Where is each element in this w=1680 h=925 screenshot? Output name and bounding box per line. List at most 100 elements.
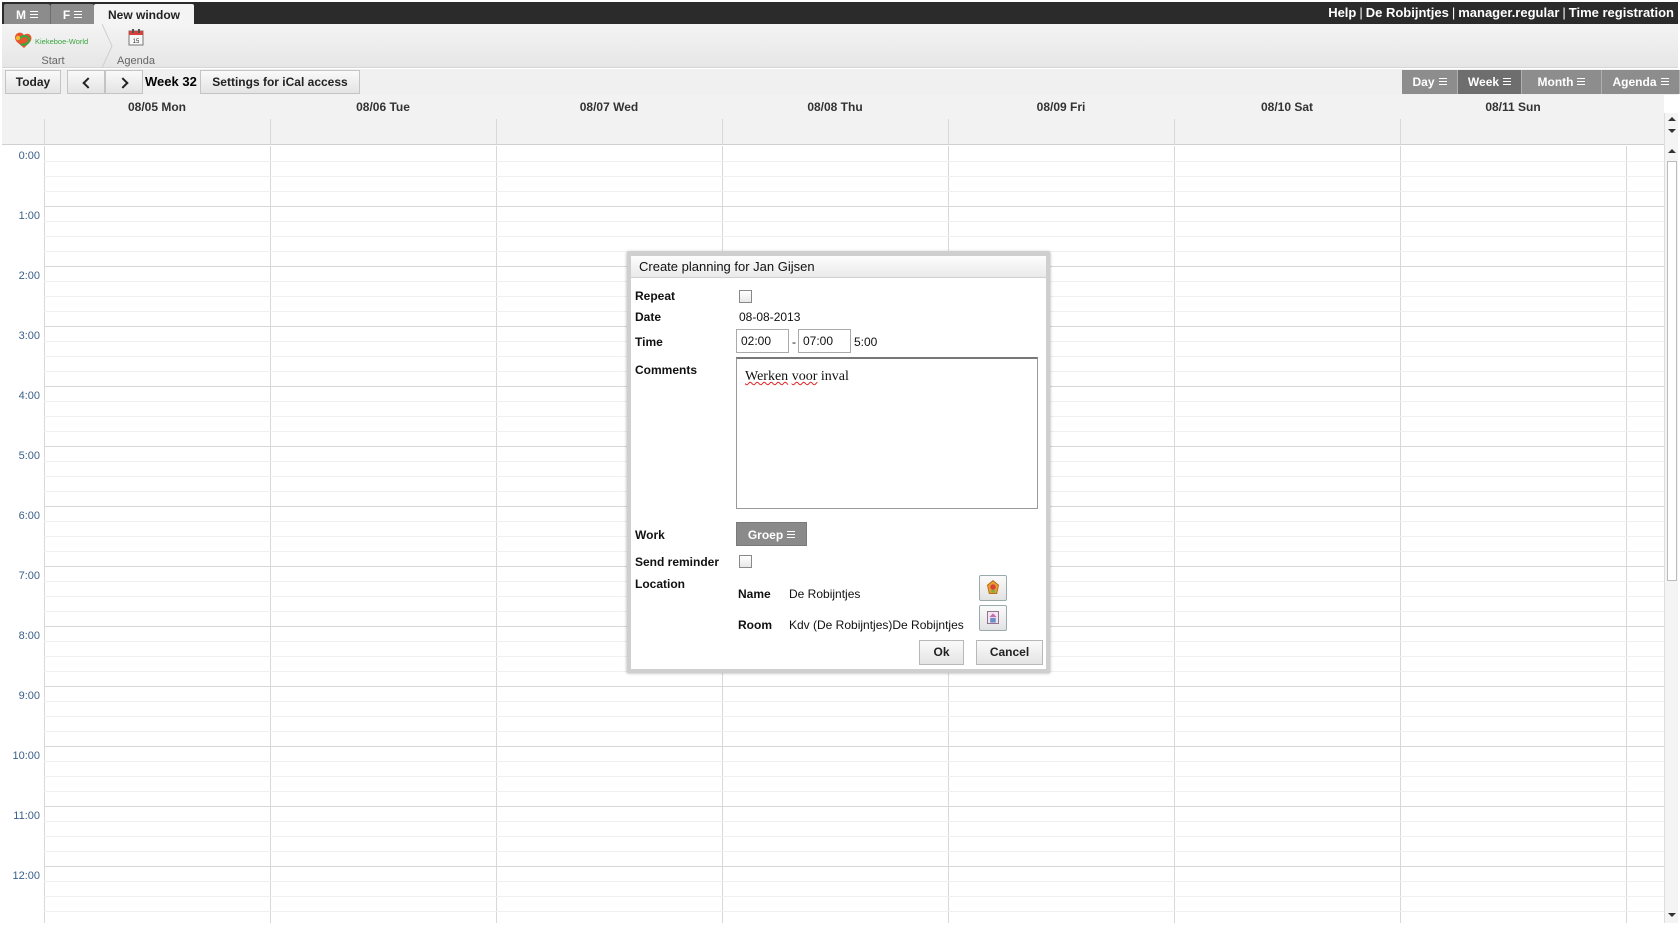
quarter-line <box>44 221 1664 222</box>
dialog-title: Create planning for Jan Gijsen <box>631 256 1046 278</box>
tab-f-label: F <box>62 8 71 22</box>
ok-button[interactable]: Ok <box>919 640 964 665</box>
send-reminder-label: Send reminder <box>635 555 720 569</box>
ical-settings-button[interactable]: Settings for iCal access <box>200 70 360 94</box>
all-day-cell[interactable] <box>44 119 270 144</box>
quarter-line <box>44 761 1664 762</box>
day-header[interactable]: 08/05 Mon <box>44 95 270 119</box>
quarter-line <box>44 836 1664 837</box>
location-picker-button[interactable] <box>979 575 1007 601</box>
day-header[interactable]: 08/11 Sun <box>1400 95 1626 119</box>
quarter-line <box>44 716 1664 717</box>
quarter-line <box>44 176 1664 177</box>
repeat-label: Repeat <box>635 289 676 303</box>
time-from-input[interactable]: 02:00 <box>736 329 789 353</box>
today-button[interactable]: Today <box>5 70 61 94</box>
hour-label: 11:00 <box>13 810 40 822</box>
time-separator: - <box>792 335 796 349</box>
all-day-cell[interactable] <box>948 119 1174 144</box>
organisation-link[interactable]: De Robijntjes <box>1366 5 1449 20</box>
day-header[interactable]: 08/06 Tue <box>270 95 496 119</box>
calendar-day-header: 08/05 Mon 08/06 Tue 08/07 Wed 08/08 Thu 08/0… <box>2 95 1664 145</box>
link-separator: | <box>1359 5 1363 20</box>
room-picker-button[interactable] <box>979 605 1007 631</box>
hour-label: 0:00 <box>18 150 40 162</box>
view-day-button[interactable]: Day <box>1402 70 1458 94</box>
scroll-up-icon[interactable] <box>1668 149 1676 153</box>
launcher-start-label: Start <box>41 55 65 67</box>
work-label: Work <box>635 528 665 542</box>
time-to-input[interactable]: 07:00 <box>798 329 851 353</box>
location-picker-icon <box>986 580 1000 594</box>
location-label: Location <box>635 577 685 591</box>
day-header[interactable]: 08/07 Wed <box>496 95 722 119</box>
all-day-cell[interactable] <box>1400 119 1626 144</box>
menu-lines-icon <box>30 11 38 19</box>
cancel-button[interactable]: Cancel <box>976 640 1043 665</box>
comment-word: inval <box>820 369 849 384</box>
location-room-value: Kdv (De Robijntjes)De Robijntjes <box>789 618 964 632</box>
hour-label: 3:00 <box>18 330 40 342</box>
scroll-down-icon[interactable] <box>1668 129 1676 133</box>
all-day-cell[interactable] <box>270 119 496 144</box>
launcher-start[interactable]: Kiekeboe-World Start <box>4 24 102 68</box>
scroll-down-icon[interactable] <box>1668 913 1676 917</box>
view-week-button[interactable]: Week <box>1458 70 1522 94</box>
hour-label: 4:00 <box>18 390 40 402</box>
quarter-line <box>44 821 1664 822</box>
view-month-label: Month <box>1537 75 1574 89</box>
create-planning-dialog: Create planning for Jan Gijsen Repeat Da… <box>627 252 1050 673</box>
day-header[interactable]: 08/08 Thu <box>722 95 948 119</box>
day-header[interactable]: 08/09 Fri <box>948 95 1174 119</box>
view-agenda-button[interactable]: Agenda <box>1602 70 1680 94</box>
time-registration-link[interactable]: Time registration <box>1569 5 1674 20</box>
hour-label: 2:00 <box>18 270 40 282</box>
calendar-scrollbar[interactable] <box>1664 113 1678 923</box>
send-reminder-checkbox[interactable] <box>739 555 752 568</box>
previous-week-button[interactable] <box>67 70 105 94</box>
work-dropdown[interactable]: Groep <box>736 522 807 546</box>
tab-f-menu[interactable]: F <box>50 4 94 26</box>
view-week-label: Week <box>1467 75 1500 89</box>
user-link[interactable]: manager.regular <box>1458 5 1559 20</box>
top-bar: M F New window Help | De Robijntjes | manage… <box>2 2 1678 26</box>
app-launcher: Kiekeboe-World Start 15 Agenda <box>2 24 1678 68</box>
menu-lines-icon <box>1660 78 1669 86</box>
all-day-cell[interactable] <box>496 119 722 144</box>
room-picker-icon <box>987 611 999 624</box>
menu-lines-icon <box>74 11 83 19</box>
next-week-button[interactable] <box>105 70 143 94</box>
quarter-line <box>44 776 1664 777</box>
view-month-button[interactable]: Month <box>1522 70 1602 94</box>
all-day-cell[interactable] <box>1174 119 1400 144</box>
all-day-cell[interactable] <box>722 119 948 144</box>
quarter-line <box>44 851 1664 852</box>
quarter-line <box>44 161 1664 162</box>
day-header[interactable]: 08/10 Sat <box>1174 95 1400 119</box>
menu-lines-icon <box>787 531 796 539</box>
tab-new-window[interactable]: New window <box>94 4 194 26</box>
hour-line <box>44 806 1664 807</box>
launcher-agenda[interactable]: 15 Agenda <box>110 24 162 68</box>
location-room-label: Room <box>738 618 772 632</box>
comment-word: Werken <box>745 369 789 384</box>
date-label: Date <box>635 310 662 324</box>
work-value: Groep <box>747 528 784 542</box>
hour-label: 7:00 <box>18 570 40 582</box>
link-separator: | <box>1451 5 1456 20</box>
scroll-thumb[interactable] <box>1667 161 1677 581</box>
launcher-agenda-label: Agenda <box>117 55 155 67</box>
menu-lines-icon <box>1577 78 1586 86</box>
menu-lines-icon <box>1438 78 1447 86</box>
help-link[interactable]: Help <box>1328 5 1356 20</box>
repeat-checkbox[interactable] <box>739 290 752 303</box>
calendar-icon-day: 15 <box>133 39 140 45</box>
chevron-right-icon <box>116 77 129 89</box>
tab-m-menu[interactable]: M <box>4 4 50 26</box>
chevron-left-icon <box>81 77 94 89</box>
scroll-up-icon[interactable] <box>1668 117 1676 121</box>
tab-m-label: M <box>16 8 26 22</box>
comments-textarea[interactable]: Werken voor inval <box>736 357 1038 509</box>
date-value: 08-08-2013 <box>739 310 801 324</box>
logo-text: Kiekeboe-World <box>35 37 88 46</box>
